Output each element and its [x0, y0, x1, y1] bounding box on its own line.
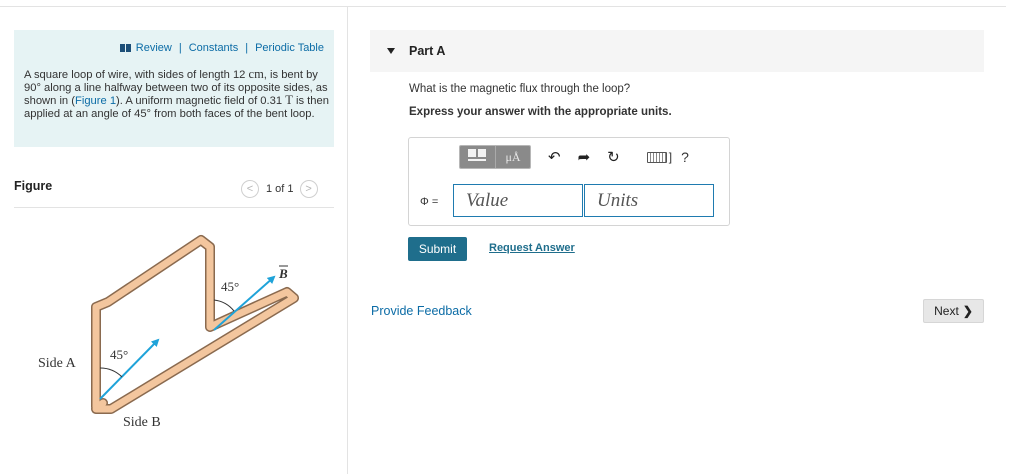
redo-arrow-icon[interactable]: ➦: [578, 150, 591, 165]
field-label-b: B: [278, 266, 288, 281]
review-link[interactable]: Review: [136, 42, 172, 54]
problem-statement: A square loop of wire, with sides of len…: [24, 68, 329, 120]
periodic-table-link[interactable]: Periodic Table: [255, 42, 324, 54]
value-input[interactable]: Value: [453, 184, 583, 217]
instruction-text: Express your answer with the appropriate…: [409, 106, 672, 118]
part-title: Part A: [409, 44, 446, 58]
keyboard-icon[interactable]: ]: [646, 150, 673, 164]
bent-loop-diagram: 45° 45° B Side A Side B: [38, 235, 299, 430]
top-divider: [0, 6, 1006, 7]
side-a-label: Side A: [38, 356, 77, 371]
request-answer-link[interactable]: Request Answer: [489, 242, 575, 254]
undo-arrow-icon[interactable]: ↶: [548, 150, 561, 165]
angle-label-left: 45°: [110, 347, 128, 362]
problem-text: A square loop of wire, with sides of len…: [24, 69, 249, 81]
unit-cm: cm: [248, 67, 264, 81]
column-divider: [347, 6, 348, 474]
part-a-header[interactable]: Part A: [370, 30, 984, 72]
help-icon[interactable]: ?: [681, 149, 689, 165]
unit-tesla: T: [285, 93, 293, 108]
answer-box: μÅ ↶ ➦ ↻ ] ? Φ = Value Units: [408, 137, 730, 226]
figure-pager: < 1 of 1 >: [241, 180, 318, 198]
math-toolbar: μÅ ↶ ➦ ↻ ] ?: [459, 145, 689, 169]
template-unit-buttons: μÅ: [459, 145, 531, 169]
problem-text: ). A uniform magnetic field of 0.31: [116, 95, 286, 108]
chevron-right-icon: ❯: [962, 304, 973, 318]
flux-label: Φ =: [420, 196, 439, 208]
units-menu-button[interactable]: μÅ: [494, 146, 530, 168]
loop-outline: [91, 235, 299, 414]
templates-icon[interactable]: [460, 146, 495, 168]
figure-link[interactable]: Figure 1: [75, 95, 116, 107]
angle-arc-left: [99, 367, 123, 378]
next-label: Next: [934, 304, 959, 318]
submit-button[interactable]: Submit: [408, 237, 467, 261]
provide-feedback-link[interactable]: Provide Feedback: [371, 304, 472, 318]
constants-link[interactable]: Constants: [189, 42, 239, 54]
resource-links: Review | Constants | Periodic Table: [119, 42, 324, 54]
problem-panel: Review | Constants | Periodic Table A sq…: [14, 30, 334, 147]
book-icon: [119, 44, 131, 52]
question-text: What is the magnetic flux through the lo…: [409, 83, 631, 95]
collapse-caret-icon[interactable]: [387, 48, 395, 54]
side-b-label: Side B: [123, 415, 161, 430]
loop-wire: [92, 236, 298, 413]
reset-icon[interactable]: ↻: [607, 150, 620, 165]
link-separator: |: [245, 42, 249, 54]
keyboard-bracket: ]: [668, 150, 673, 164]
angle-arc-right: [213, 299, 235, 312]
link-separator: |: [178, 42, 182, 54]
angle-label-right: 45°: [221, 279, 239, 294]
figure-count: 1 of 1: [266, 183, 294, 195]
figure-divider: [14, 207, 334, 208]
figure-heading: Figure: [14, 179, 53, 193]
next-button[interactable]: Next ❯: [923, 299, 984, 323]
prev-figure-button[interactable]: <: [241, 180, 259, 198]
units-input[interactable]: Units: [584, 184, 714, 217]
next-figure-button[interactable]: >: [299, 180, 318, 198]
